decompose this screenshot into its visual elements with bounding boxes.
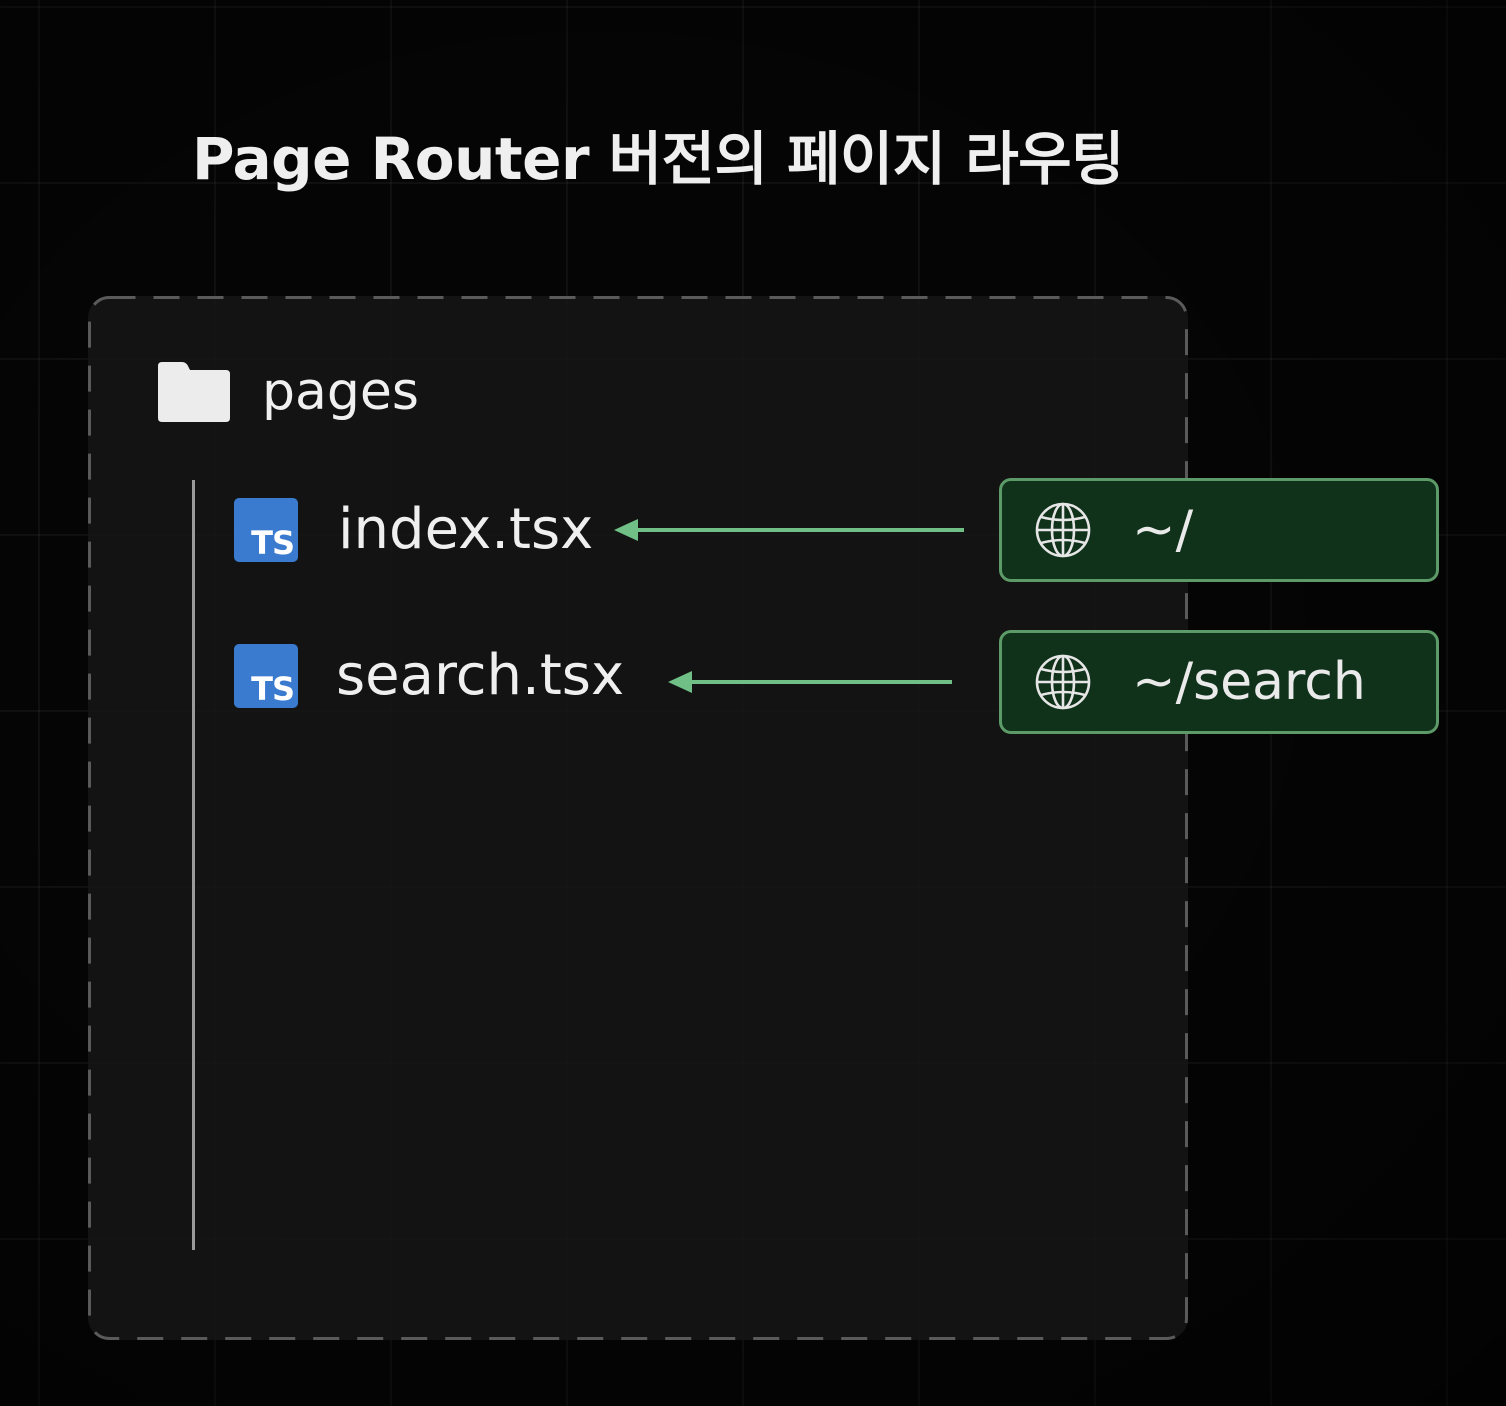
arrow-search <box>668 671 952 693</box>
typescript-file-icon: TS <box>234 643 298 708</box>
route-label-search: ~/search <box>1132 652 1366 712</box>
globe-icon <box>1035 502 1091 558</box>
file-label-index: index.tsx <box>338 497 594 562</box>
route-box-root[interactable]: ~/ <box>999 478 1439 582</box>
dashed-border <box>88 296 1188 1340</box>
tree-connector-line <box>192 480 195 1250</box>
file-row-index[interactable]: TS index.tsx <box>234 497 593 562</box>
folder-label: pages <box>262 362 419 422</box>
file-row-search[interactable]: TS search.tsx <box>234 643 624 708</box>
arrow-index <box>614 519 964 541</box>
file-label-search: search.tsx <box>336 643 625 708</box>
typescript-file-icon: TS <box>234 497 298 562</box>
pages-directory-panel: pages TS index.tsx TS search.tsx <box>88 296 1188 1340</box>
page-title: Page Router 버전의 페이지 라우팅 <box>192 125 1124 193</box>
route-label-root: ~/ <box>1132 500 1194 560</box>
folder-row-pages[interactable]: pages <box>156 360 419 424</box>
folder-icon <box>158 362 230 422</box>
globe-icon <box>1035 654 1091 710</box>
route-box-search[interactable]: ~/search <box>999 630 1439 734</box>
